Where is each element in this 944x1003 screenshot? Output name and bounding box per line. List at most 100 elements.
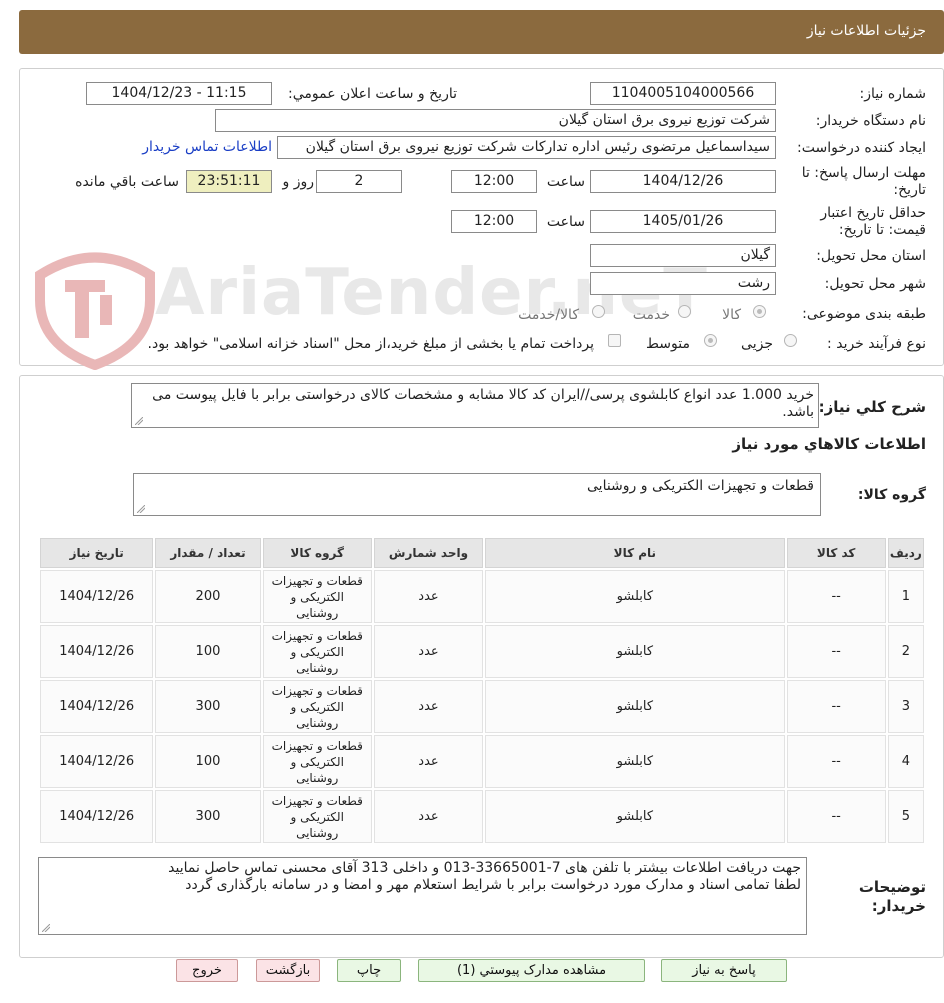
buyer-notes-textarea[interactable]: جهت دریافت اطلاعات بیشتر با تلفن های 7-3… [38,857,807,935]
cell-quantity: 300 [155,680,261,733]
cell-item-group: قطعات و تجهیزات الکتریکی و روشنایی [262,570,372,623]
buyer-org-label: نام دستگاه خريدار: [815,113,926,129]
exit-button[interactable]: خروج [176,959,238,982]
province-label: استان محل تحويل: [816,248,926,264]
items-table-body: 1 -- کابلشو عدد قطعات و تجهیزات الکتریکی و ر… [40,570,924,843]
days-label: روز و [282,174,315,190]
cell-need-date: 1404/12/26 [40,625,154,678]
cell-item-name: کابلشو [485,625,785,678]
buyer-notes-label: توضيحات خريدار: [856,878,926,916]
cell-need-date: 1404/12/26 [40,680,154,733]
table-row: 4 -- کابلشو عدد قطعات و تجهیزات الکتریکی و ر… [40,735,924,788]
back-button[interactable]: بازگشت [256,959,320,982]
validity-time-field: 12:00 [451,210,537,233]
cell-quantity: 300 [155,790,261,843]
treasury-checkbox[interactable] [608,334,621,347]
cell-need-date: 1404/12/26 [40,570,154,623]
cell-quantity: 100 [155,625,261,678]
view-attachments-button[interactable]: مشاهده مدارک پيوستي (1) [418,959,645,982]
countdown-field: 23:51:11 [186,170,272,193]
cell-quantity: 200 [155,570,261,623]
category-label: طبقه بندی موضوعی: [802,306,926,322]
reply-button[interactable]: پاسخ به نياز [661,959,787,982]
cell-unit: عدد [373,735,484,788]
cell-item-code: -- [786,570,886,623]
reply-deadline-label: مهلت ارسال پاسخ: تا تاریخ: [801,165,926,198]
category-radio-service[interactable] [678,305,691,318]
requester-field: سیداسماعیل مرتضوی رئیس اداره تدارکات شرک… [277,136,776,159]
process-option-small: جزیی [741,336,773,352]
items-table: رديف کد کالا نام کالا واحد شمارش گروه کا… [38,536,926,845]
process-radio-small[interactable] [784,334,797,347]
cell-unit: عدد [373,625,484,678]
resize-grip-icon [135,417,143,425]
announce-label: تاریخ و ساعت اعلان عمومي: [288,86,457,102]
payment-note: پرداخت تمام یا بخشی از مبلغ خرید،از محل … [147,336,594,352]
buyer-org-field: شرکت توزیع نیروی برق استان گیلان [215,109,776,132]
goods-group-text: قطعات و تجهیزات الکتریکی و روشنایی [587,478,814,494]
resize-grip-icon [42,924,50,932]
buyer-notes-line-2: لطفا تمامی اسناد و مدارک مورد درخواست بر… [185,877,801,893]
buyer-contact-link[interactable]: اطلاعات تماس خريدار [142,139,272,155]
cell-item-group: قطعات و تجهیزات الکتریکی و روشنایی [262,625,372,678]
buyer-notes-line-1: جهت دریافت اطلاعات بیشتر با تلفن های 7-3… [168,860,801,876]
print-button[interactable]: چاپ [337,959,401,982]
summary-label: شرح کلي نياز: [818,398,926,416]
cell-need-date: 1404/12/26 [40,790,154,843]
validity-time-label: ساعت [546,214,585,230]
col-header-item-group: گروه کالا [262,538,372,568]
cell-item-group: قطعات و تجهیزات الکتریکی و روشنایی [262,735,372,788]
city-label: شهر محل تحويل: [824,276,926,292]
reply-date-field: 1404/12/26 [590,170,776,193]
col-header-need-date: تاريخ نياز [40,538,154,568]
col-header-unit: واحد شمارش [373,538,484,568]
process-option-medium: متوسط [646,336,690,352]
requester-label: ايجاد کننده درخواست: [797,140,926,156]
cell-row-number: 5 [887,790,924,843]
reply-time-label: ساعت [546,174,585,190]
col-header-quantity: تعداد / مقدار [155,538,261,568]
days-field: 2 [316,170,402,193]
cell-item-name: کابلشو [485,570,785,623]
cell-unit: عدد [373,790,484,843]
cell-item-name: کابلشو [485,680,785,733]
goods-group-textarea[interactable]: قطعات و تجهیزات الکتریکی و روشنایی [133,473,821,516]
need-number-field: 1104005104000566 [590,82,776,105]
table-row: 5 -- کابلشو عدد قطعات و تجهیزات الکتریکی و ر… [40,790,924,843]
page-header: جزئیات اطلاعات نیاز [19,10,944,54]
col-header-row-number: رديف [887,538,924,568]
goods-section-title: اطلاعات کالاهاي مورد نياز [732,435,926,453]
cell-item-name: کابلشو [485,790,785,843]
cell-item-code: -- [786,680,886,733]
cell-item-code: -- [786,735,886,788]
category-option-goods: کالا [722,307,741,323]
goods-group-label: گروه کالا: [857,487,926,503]
cell-item-code: -- [786,625,886,678]
cell-row-number: 3 [887,680,924,733]
resize-grip-icon [137,505,145,513]
category-option-service: خدمت [632,307,670,323]
table-row: 3 -- کابلشو عدد قطعات و تجهیزات الکتریکی و ر… [40,680,924,733]
col-header-item-name: نام کالا [485,538,785,568]
category-radio-both[interactable] [592,305,605,318]
validity-label: حداقل تاريخ اعتبار قيمت: تا تاريخ: [820,205,926,238]
items-table-container: رديف کد کالا نام کالا واحد شمارش گروه کا… [38,536,926,845]
need-number-label: شماره نیاز: [859,86,927,102]
remaining-label: ساعت باقي مانده [75,174,179,190]
category-option-both: کالا/خدمت [518,307,579,323]
table-row: 2 -- کابلشو عدد قطعات و تجهیزات الکتریکی و ر… [40,625,924,678]
category-radio-goods[interactable] [753,305,766,318]
cell-item-code: -- [786,790,886,843]
summary-text: خرید 1.000 عدد انواع کابلشوی پرسی//ایران… [152,387,814,420]
province-field: گیلان [590,244,776,267]
cell-need-date: 1404/12/26 [40,735,154,788]
process-radio-medium[interactable] [704,334,717,347]
cell-row-number: 4 [887,735,924,788]
cell-item-name: کابلشو [485,735,785,788]
summary-textarea[interactable]: خرید 1.000 عدد انواع کابلشوی پرسی//ایران… [131,383,819,428]
cell-unit: عدد [373,680,484,733]
buyer-notes-label-text: توضيحات خريدار: [858,878,926,915]
cell-unit: عدد [373,570,484,623]
reply-time-field: 12:00 [451,170,537,193]
cell-row-number: 2 [887,625,924,678]
